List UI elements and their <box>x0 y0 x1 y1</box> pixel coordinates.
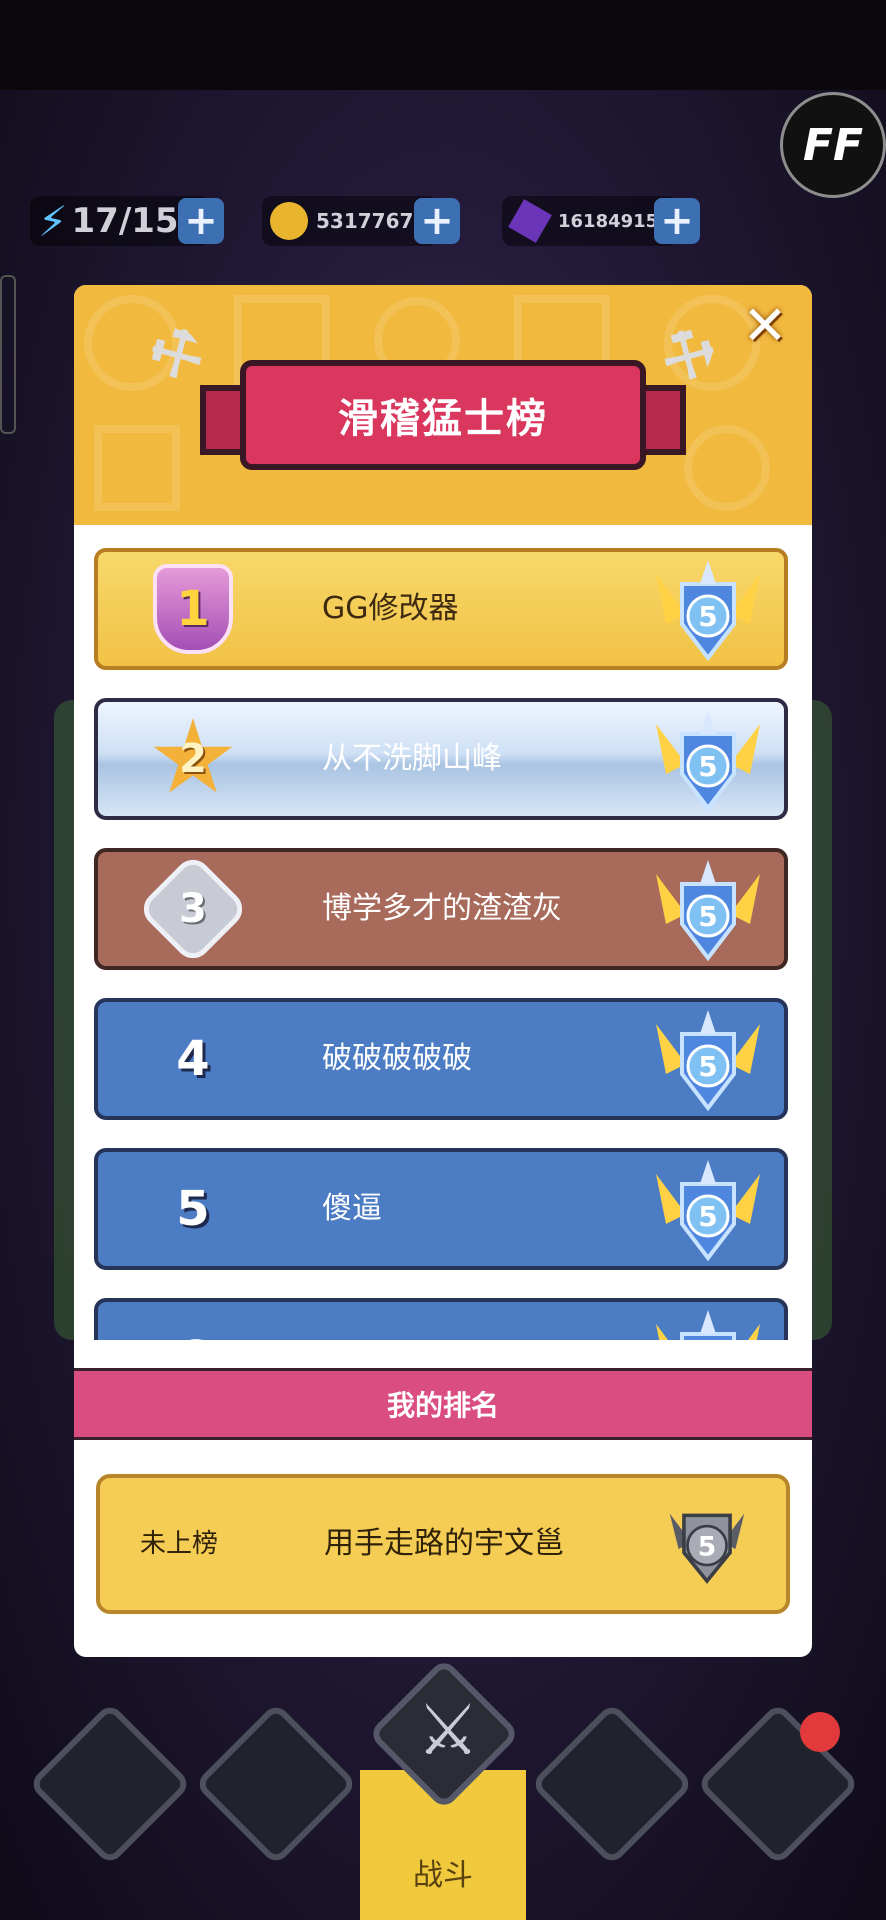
gem-icon <box>508 199 552 243</box>
nav-armor-button[interactable] <box>193 1701 359 1867</box>
tier-medal-icon: 5 <box>656 560 760 662</box>
my-ranking-row: 未上榜 用手走路的宇文邕 5 <box>96 1474 790 1614</box>
side-tab <box>0 275 16 434</box>
rank-number: 5 <box>176 1181 210 1237</box>
pattern-circle <box>684 425 770 511</box>
leaderboard-row[interactable]: 2 从不洗脚山峰 5 <box>94 698 788 820</box>
my-rank-status: 未上榜 <box>140 1529 219 1559</box>
tier-number: 5 <box>698 1200 717 1233</box>
nav-battle-label[interactable]: 战斗 <box>360 1850 526 1894</box>
coin-value: 5317767 <box>316 209 414 233</box>
leaderboard-row[interactable]: 1 GG修改器 5 <box>94 548 788 670</box>
crossed-swords-icon: ⚔ <box>416 1689 480 1771</box>
my-player-name: 用手走路的宇文邕 <box>324 1526 564 1561</box>
coin-counter: 5317767 <box>262 196 438 246</box>
tier-medal-icon: 5 <box>656 1160 760 1262</box>
tier-medal-icon: 5 <box>656 1010 760 1112</box>
player-name: 傻逼 <box>322 1191 382 1226</box>
gem-counter: 16184915 <box>502 196 678 246</box>
rank-2-medal-icon: 2 <box>138 712 248 806</box>
rank-number: 4 <box>176 1031 210 1087</box>
add-coins-button[interactable]: + <box>414 198 460 244</box>
player-name: GG修改器 <box>322 591 459 626</box>
rank-number: 6 <box>138 1312 248 1340</box>
notification-dot <box>800 1712 840 1752</box>
leaderboard-row[interactable]: 6 5 <box>94 1298 788 1340</box>
tier-medal-icon: 5 <box>669 1513 745 1584</box>
close-button[interactable]: ✕ <box>740 294 790 357</box>
add-gems-button[interactable]: + <box>654 198 700 244</box>
player-name: 从不洗脚山峰 <box>322 741 502 776</box>
tier-medal-icon: 5 <box>656 860 760 962</box>
modal-title-banner: 滑稽猛士榜 <box>240 360 646 470</box>
lightning-icon: ⚡ <box>38 196 68 246</box>
leaderboard-row[interactable]: 4 破破破破破 5 <box>94 998 788 1120</box>
pattern-square <box>94 425 180 511</box>
energy-value: 17/15 <box>71 201 179 241</box>
leaderboard-row[interactable]: 5 傻逼 5 <box>94 1148 788 1270</box>
rank-3-medal-icon: 3 <box>136 852 250 966</box>
my-ranking-banner: 我的排名 <box>74 1368 812 1440</box>
nav-pets-button[interactable] <box>529 1701 695 1867</box>
ff-badge[interactable]: FF <box>780 92 886 198</box>
tier-medal-icon: 5 <box>656 710 760 812</box>
player-name: 博学多才的渣渣灰 <box>322 891 562 926</box>
leaderboard-list[interactable]: 1 GG修改器 5 2 从不洗脚山峰 5 3 博学多才的渣渣灰 5 4 破破破破… <box>94 548 792 1340</box>
tier-number: 5 <box>698 1050 717 1083</box>
tier-medal-icon: 5 <box>656 1310 760 1340</box>
add-energy-button[interactable]: + <box>178 198 224 244</box>
leaderboard-row[interactable]: 3 博学多才的渣渣灰 5 <box>94 848 788 970</box>
tier-number: 5 <box>698 600 717 633</box>
tier-number: 5 <box>698 900 717 933</box>
gem-value: 16184915 <box>558 210 659 232</box>
coin-icon <box>270 202 308 240</box>
player-name: 破破破破破 <box>322 1041 472 1076</box>
tier-number: 5 <box>698 1531 717 1562</box>
my-ranking-header: 我的排名 <box>386 1389 499 1422</box>
status-bar <box>0 0 886 90</box>
tier-number: 5 <box>698 750 717 783</box>
nav-weapon-button[interactable] <box>27 1701 193 1867</box>
rank-1-medal-icon: 1 <box>138 562 248 656</box>
modal-title: 滑稽猛士榜 <box>338 396 548 442</box>
close-icon: ✕ <box>742 293 788 357</box>
